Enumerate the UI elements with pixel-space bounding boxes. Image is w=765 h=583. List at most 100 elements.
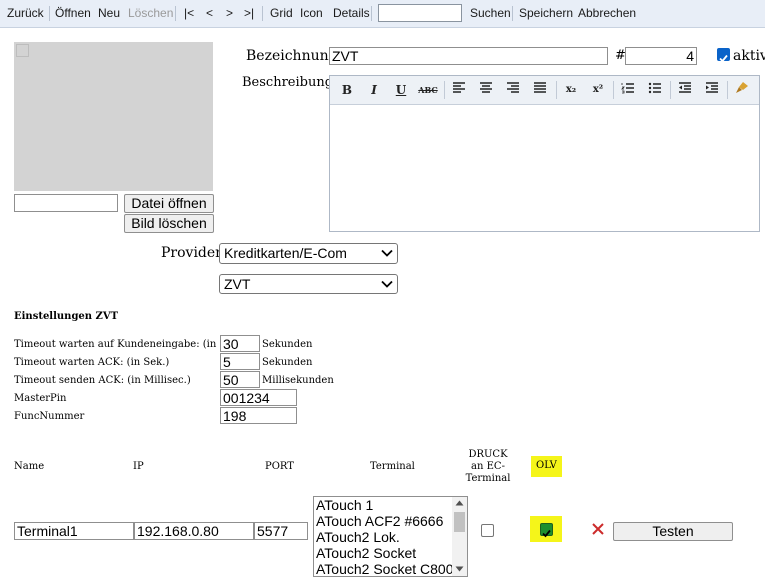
setting-unit: Sekunden <box>262 339 313 350</box>
toolbar-separator <box>262 6 263 21</box>
scroll-down-icon[interactable] <box>455 566 464 572</box>
unordered-list-icon[interactable] <box>644 81 666 99</box>
number-input[interactable]: 4 <box>625 47 697 65</box>
column-header-port: PORT <box>265 461 294 472</box>
terminal-option[interactable]: ATouch 1 <box>314 497 467 513</box>
listbox-scrollbar[interactable] <box>452 497 467 576</box>
setting-label: MasterPin <box>14 393 67 404</box>
open-file-button[interactable]: Datei öffnen <box>124 194 214 213</box>
broken-image-icon <box>16 44 29 57</box>
back-button[interactable]: Zurück <box>7 6 44 20</box>
terminal-ip-input[interactable]: 192.168.0.80 <box>134 522 254 540</box>
new-button[interactable]: Neu <box>98 6 120 20</box>
search-button[interactable]: Suchen <box>470 6 511 20</box>
druck-checkbox[interactable] <box>481 524 494 537</box>
outdent-icon[interactable] <box>674 81 696 99</box>
olv-header-highlight: OLV <box>531 456 562 477</box>
close-x-icon[interactable] <box>591 522 605 536</box>
timeout-ack-wait-input[interactable]: 5 <box>220 353 260 370</box>
italic-button[interactable]: I <box>363 81 385 99</box>
cancel-button[interactable]: Abbrechen <box>578 6 636 20</box>
toolbar-search-input[interactable] <box>378 4 462 22</box>
editor-separator <box>556 81 557 99</box>
align-left-icon[interactable] <box>448 81 470 99</box>
image-file-input[interactable] <box>14 194 118 212</box>
toolbar: Zurück Öffnen Neu Löschen |< < > >| Grid… <box>0 0 765 28</box>
next-record-button[interactable]: > <box>226 6 233 20</box>
chevron-down-icon <box>381 249 393 257</box>
toolbar-separator <box>175 6 176 21</box>
column-header-name: Name <box>14 461 45 472</box>
provider-label: Provider <box>161 245 222 261</box>
funcnummer-input[interactable]: 198 <box>220 407 297 424</box>
align-right-icon[interactable] <box>502 81 524 99</box>
terminal-port-input[interactable]: 5577 <box>254 522 308 540</box>
strikethrough-button[interactable]: ABC <box>417 81 439 99</box>
toolbar-separator <box>371 6 372 21</box>
brush-icon[interactable] <box>731 81 753 99</box>
setting-unit: Sekunden <box>262 357 313 368</box>
image-preview <box>14 42 213 191</box>
chevron-down-icon <box>381 280 393 288</box>
terminal-listbox[interactable]: ATouch 1 ATouch ACF2 #6666 ATouch2 Lok. … <box>313 496 468 577</box>
aktiv-checkbox[interactable] <box>717 48 730 63</box>
superscript-button[interactable]: x² <box>587 81 609 99</box>
terminal-name-input[interactable]: Terminal1 <box>14 522 134 540</box>
editor-toolbar: B I U ABC x₂ x² <box>330 76 759 105</box>
settings-title: Einstellungen ZVT <box>14 311 119 322</box>
last-record-button[interactable]: >| <box>244 6 254 20</box>
open-button[interactable]: Öffnen <box>55 6 91 20</box>
olv-checkbox-highlight <box>530 516 562 542</box>
scroll-up-icon[interactable] <box>455 500 464 506</box>
terminal-option[interactable]: ATouch ACF2 #6666 <box>314 513 467 529</box>
bezeichnung-label: Bezeichnung <box>246 48 338 64</box>
checkmark-icon <box>719 54 728 63</box>
editor-separator <box>727 81 728 99</box>
setting-label: Timeout warten ACK: (in Sek.) <box>14 357 170 368</box>
terminal-option[interactable]: ATouch2 Socket <box>314 545 467 561</box>
timeout-customer-input[interactable]: 30 <box>220 335 260 352</box>
delete-image-button[interactable]: Bild löschen <box>124 214 214 233</box>
terminal-option[interactable]: ATouch2 Socket C800 <box>314 561 467 576</box>
align-center-icon[interactable] <box>475 81 497 99</box>
toolbar-separator <box>49 6 50 21</box>
provider-type-select[interactable]: ZVT <box>219 274 398 294</box>
previous-record-button[interactable]: < <box>206 6 213 20</box>
icon-view-button[interactable]: Icon <box>300 6 323 20</box>
setting-label: Timeout warten auf Kundeneingabe: (in Se… <box>14 339 246 350</box>
toolbar-separator <box>512 6 513 21</box>
scrollbar-thumb[interactable] <box>454 512 465 532</box>
column-header-olv: OLV <box>536 460 557 471</box>
terminal-option[interactable]: ATouch2 Lok. <box>314 529 467 545</box>
beschreibung-label: Beschreibung <box>242 75 334 90</box>
editor-separator <box>670 81 671 99</box>
setting-unit: Millisekunden <box>262 375 334 386</box>
save-button[interactable]: Speichern <box>519 6 573 20</box>
column-header-terminal: Terminal <box>370 461 415 472</box>
delete-button[interactable]: Löschen <box>128 6 173 20</box>
timeout-ack-send-input[interactable]: 50 <box>220 371 260 388</box>
editor-separator <box>613 81 614 99</box>
provider-select-value: Kreditkarten/E-Com <box>224 245 347 261</box>
underline-button[interactable]: U <box>390 81 412 99</box>
olv-checkbox[interactable] <box>540 523 553 538</box>
setting-label: Timeout senden ACK: (in Millisec.) <box>14 375 191 386</box>
provider-select[interactable]: Kreditkarten/E-Com <box>219 243 398 264</box>
indent-icon[interactable] <box>701 81 723 99</box>
editor-content-area[interactable] <box>330 105 759 231</box>
provider-type-select-value: ZVT <box>224 276 251 292</box>
test-button[interactable]: Testen <box>613 522 733 541</box>
details-view-button[interactable]: Details <box>333 6 370 20</box>
editor-separator <box>444 81 445 99</box>
rich-text-editor: B I U ABC x₂ x² <box>329 75 760 232</box>
masterpin-input[interactable]: 001234 <box>220 389 297 406</box>
column-header-ip: IP <box>133 461 144 472</box>
ordered-list-icon[interactable] <box>617 81 639 99</box>
align-justify-icon[interactable] <box>529 81 551 99</box>
first-record-button[interactable]: |< <box>184 6 194 20</box>
bold-button[interactable]: B <box>336 81 358 99</box>
grid-view-button[interactable]: Grid <box>270 6 293 20</box>
column-header-druck: DRUCK an EC-Terminal <box>465 449 511 484</box>
bezeichnung-input[interactable]: ZVT <box>329 47 608 65</box>
subscript-button[interactable]: x₂ <box>560 81 582 99</box>
